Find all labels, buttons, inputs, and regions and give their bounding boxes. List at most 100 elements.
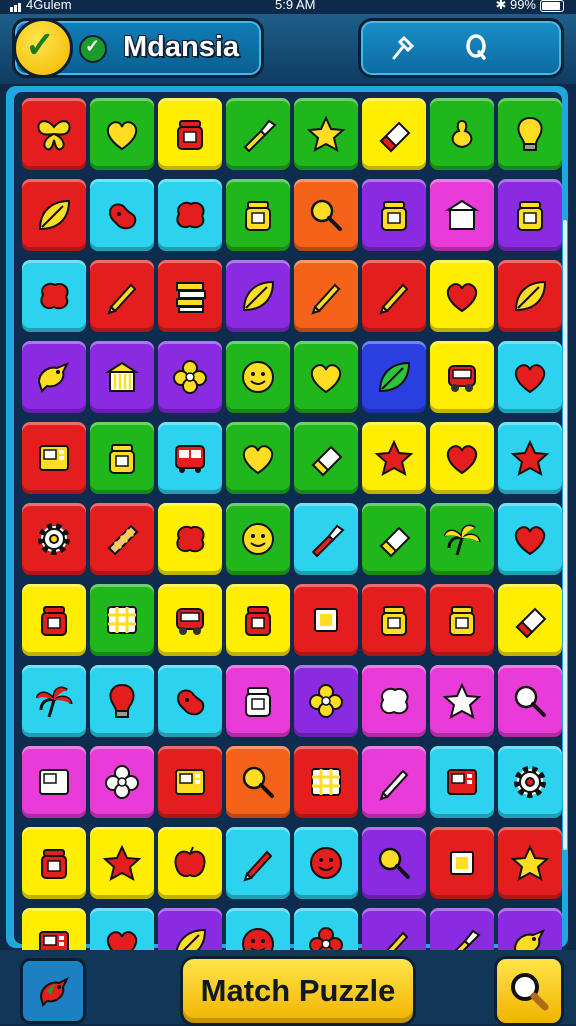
tile-jar[interactable] [226, 584, 290, 656]
tile-star[interactable] [498, 827, 562, 899]
tile-bus[interactable] [158, 422, 222, 494]
tile-palm[interactable] [430, 503, 494, 575]
tile-jar[interactable] [22, 827, 86, 899]
tile-magnifier[interactable] [226, 746, 290, 818]
tile-bean[interactable] [158, 665, 222, 737]
search-q-icon[interactable] [457, 29, 497, 65]
tile-screen[interactable] [22, 746, 86, 818]
tile-eraser[interactable] [362, 503, 426, 575]
tile-bulb[interactable] [498, 98, 562, 170]
tile-blob[interactable] [158, 503, 222, 575]
tile-books[interactable] [158, 260, 222, 332]
magnifier-icon[interactable] [494, 956, 564, 1026]
tile-leaf[interactable] [22, 179, 86, 251]
leaf-icon [378, 361, 411, 393]
tile-blob[interactable] [362, 665, 426, 737]
tile-gear[interactable] [22, 503, 86, 575]
tile-butterfly[interactable] [22, 98, 86, 170]
tile-heart[interactable] [226, 422, 290, 494]
tile-heart[interactable] [90, 98, 154, 170]
gear-icon [514, 766, 546, 798]
tile-pencil[interactable] [90, 260, 154, 332]
tile-blob[interactable] [158, 179, 222, 251]
tile-face[interactable] [226, 341, 290, 413]
tile-pencil[interactable] [362, 260, 426, 332]
tile-heart[interactable] [294, 341, 358, 413]
tile-grid[interactable] [90, 584, 154, 656]
tile-eraser[interactable] [362, 98, 426, 170]
tile-flower[interactable] [90, 746, 154, 818]
tile-face[interactable] [294, 827, 358, 899]
tile-jar[interactable] [226, 665, 290, 737]
tile-square[interactable] [294, 584, 358, 656]
tile-bulb[interactable] [90, 665, 154, 737]
tile-pencil[interactable] [362, 746, 426, 818]
blob-icon [380, 687, 409, 715]
tile-house[interactable] [430, 179, 494, 251]
tile-pencil[interactable] [294, 260, 358, 332]
check-badge-icon[interactable]: ✓ [13, 18, 73, 78]
tile-blob[interactable] [22, 260, 86, 332]
tile-star[interactable] [90, 827, 154, 899]
tile-star[interactable] [294, 98, 358, 170]
tile-brush[interactable] [294, 503, 358, 575]
tile-leaf[interactable] [226, 260, 290, 332]
tile-heart[interactable] [498, 341, 562, 413]
tile-bean[interactable] [90, 179, 154, 251]
tile-leaf[interactable] [498, 260, 562, 332]
board-scrollbar[interactable] [563, 220, 567, 850]
leaf-icon [38, 199, 71, 231]
heart-icon [310, 364, 342, 394]
match-puzzle-button[interactable]: Match Puzzle [180, 956, 416, 1026]
tile-apple[interactable] [158, 827, 222, 899]
bird-icon[interactable] [20, 958, 86, 1024]
tile-heart[interactable] [430, 260, 494, 332]
face-icon [242, 523, 274, 555]
tile-jar[interactable] [226, 179, 290, 251]
tile-face[interactable] [226, 503, 290, 575]
tile-flower[interactable] [158, 341, 222, 413]
tile-pencil[interactable] [226, 827, 290, 899]
jar-icon [245, 201, 271, 231]
tile-leaf[interactable] [362, 341, 426, 413]
tile-bat[interactable] [90, 503, 154, 575]
bean-icon [108, 203, 137, 230]
tile-robot[interactable] [158, 584, 222, 656]
square-icon [314, 608, 338, 632]
tile-brush[interactable] [226, 98, 290, 170]
tile-jar[interactable] [158, 98, 222, 170]
tile-jar[interactable] [362, 179, 426, 251]
tile-robot[interactable] [430, 341, 494, 413]
tile-star[interactable] [362, 422, 426, 494]
tile-screen[interactable] [430, 746, 494, 818]
tile-magnifier[interactable] [362, 827, 426, 899]
tile-jar[interactable] [90, 422, 154, 494]
tile-star[interactable] [498, 422, 562, 494]
tile-jar[interactable] [498, 179, 562, 251]
tile-gear[interactable] [498, 746, 562, 818]
tile-magnifier[interactable] [498, 665, 562, 737]
tile-screen[interactable] [158, 746, 222, 818]
tile-flower[interactable] [294, 665, 358, 737]
tile-screen[interactable] [22, 422, 86, 494]
tile-eraser[interactable] [498, 584, 562, 656]
tile-heart[interactable] [430, 422, 494, 494]
tile-jar[interactable] [22, 584, 86, 656]
tile-eraser[interactable] [294, 422, 358, 494]
tile-grid[interactable] [294, 746, 358, 818]
tile-heart[interactable] [498, 503, 562, 575]
battery-percent: 99% [509, 0, 536, 12]
tile-square[interactable] [430, 827, 494, 899]
tile-jar[interactable] [430, 584, 494, 656]
pin-icon[interactable] [383, 29, 423, 65]
butterfly-icon [37, 120, 71, 151]
tile-house[interactable] [90, 341, 154, 413]
tile-jar[interactable] [362, 584, 426, 656]
bluetooth-icon: ✱ [495, 0, 507, 12]
tile-bird[interactable] [22, 341, 86, 413]
tile-star[interactable] [430, 665, 494, 737]
brush-icon [243, 119, 277, 153]
tile-magnifier[interactable] [294, 179, 358, 251]
tile-pear[interactable] [430, 98, 494, 170]
tile-palm[interactable] [22, 665, 86, 737]
